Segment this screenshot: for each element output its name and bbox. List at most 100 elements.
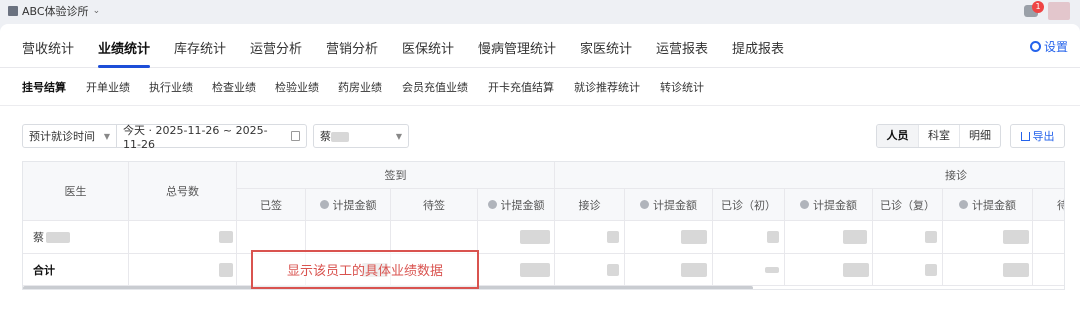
settings-label: 设置	[1043, 40, 1068, 54]
tab-insurance[interactable]: 医保统计	[402, 38, 454, 57]
view-option-detail[interactable]: 明细	[959, 125, 1000, 147]
col-header-pending: 待签	[391, 189, 478, 221]
col-header-commission-label: 计提金额	[332, 198, 377, 212]
main-nav: 营收统计 业绩统计 库存统计 运营分析 营销分析 医保统计 慢病管理统计 家医统…	[0, 24, 1080, 68]
clinic-switcher[interactable]: ABC体验诊所 ⌄	[8, 3, 100, 19]
table-cell	[1033, 221, 1064, 254]
col-header-commission-label: 计提金额	[813, 198, 857, 212]
view-toggle: 人员 科室 明细	[876, 124, 1001, 148]
redacted-value	[607, 263, 619, 276]
col-header-total: 总号数	[129, 162, 237, 221]
tab-inventory[interactable]: 库存统计	[174, 38, 226, 57]
tab-commission-report[interactable]: 提成报表	[732, 38, 784, 57]
col-header-reception: 接诊	[555, 189, 625, 221]
table-cell	[478, 254, 555, 286]
caret-down-icon: ▼	[103, 131, 110, 141]
table-cell	[873, 254, 943, 286]
info-icon[interactable]	[487, 200, 497, 209]
table-cell	[129, 221, 237, 254]
view-option-department[interactable]: 科室	[918, 125, 959, 147]
redacted-value	[1003, 262, 1029, 277]
table-cell	[943, 221, 1033, 254]
col-header-commission-label: 计提金额	[500, 198, 545, 212]
table-cell	[555, 221, 625, 254]
subtab-order-performance[interactable]: 开单业绩	[86, 79, 130, 95]
tab-marketing[interactable]: 营销分析	[326, 38, 378, 57]
filter-bar: 预计就诊时间 ▼ 今天 · 2025-11-26 ~ 2025-11-26 蔡 …	[22, 123, 409, 151]
avatar[interactable]	[1048, 2, 1070, 20]
annotation-callout: 显示该员工的具体业绩数据	[251, 250, 479, 289]
tab-performance[interactable]: 业绩统计	[98, 38, 150, 57]
time-type-value: 预计就诊时间	[29, 130, 95, 143]
subtab-registration-settlement[interactable]: 挂号结算	[22, 79, 66, 95]
tab-revenue[interactable]: 营收统计	[22, 38, 74, 57]
redacted-value	[681, 230, 707, 244]
clinic-icon	[8, 6, 18, 16]
redacted-value	[520, 262, 550, 277]
tab-operations[interactable]: 运营分析	[250, 38, 302, 57]
settings-button[interactable]: 设置	[1029, 38, 1068, 55]
info-icon[interactable]	[640, 200, 649, 209]
redacted-value	[843, 262, 869, 277]
caret-down-icon: ▼	[395, 131, 402, 141]
date-range-picker[interactable]: 今天 · 2025-11-26 ~ 2025-11-26	[117, 123, 307, 151]
info-icon[interactable]	[800, 200, 809, 209]
top-bar: ABC体验诊所 ⌄ 1	[0, 0, 1080, 22]
subtab-lab-performance[interactable]: 检验业绩	[275, 79, 319, 95]
table-cell	[129, 254, 237, 286]
redacted-value	[1003, 230, 1029, 244]
chevron-down-icon: ⌄	[92, 6, 101, 16]
message-icon[interactable]: 1	[1024, 1, 1044, 17]
doctor-select[interactable]: 蔡 ▼	[313, 124, 409, 148]
calendar-icon	[290, 131, 300, 141]
subtab-referral-recommend[interactable]: 就诊推荐统计	[574, 79, 640, 95]
redacted-value	[607, 231, 619, 243]
time-type-select[interactable]: 预计就诊时间 ▼	[22, 124, 117, 148]
table-cell	[785, 254, 873, 286]
redacted-value	[925, 231, 937, 243]
tab-ops-report[interactable]: 运营报表	[656, 38, 708, 57]
export-icon	[1020, 131, 1030, 141]
subtab-transfer-stats[interactable]: 转诊统计	[660, 79, 704, 95]
info-icon[interactable]	[319, 200, 329, 209]
gear-icon	[1029, 41, 1041, 52]
sub-nav: 挂号结算 开单业绩 执行业绩 检查业绩 检验业绩 药房业绩 会员充值业绩 开卡充…	[0, 68, 1080, 106]
col-header-commission: 计提金额	[306, 189, 391, 221]
export-button[interactable]: 导出	[1010, 124, 1065, 148]
table-row-total: 合计	[23, 254, 129, 286]
subtab-execution-performance[interactable]: 执行业绩	[149, 79, 193, 95]
redacted-value	[843, 230, 867, 244]
table-cell	[713, 221, 785, 254]
notification-badge: 1	[1032, 1, 1044, 13]
table-row-doctor[interactable]: 蔡	[23, 221, 129, 254]
col-header-commission: 计提金额	[478, 189, 555, 221]
redacted-value	[681, 262, 707, 277]
group-header-signed: 签到	[237, 162, 555, 189]
table-cell	[873, 221, 943, 254]
redacted-value	[925, 263, 937, 276]
col-header-diagnosed-return: 已诊（复）	[873, 189, 943, 221]
performance-table: 医生 总号数 签到 接诊 已签 计提金额 待签 计提金额 接诊 计提金额 已诊（…	[22, 161, 1065, 290]
table-cell	[1033, 254, 1064, 286]
col-header-commission: 计提金额	[785, 189, 873, 221]
redacted-value	[219, 231, 233, 243]
tab-family-doctor[interactable]: 家医统计	[580, 38, 632, 57]
subtab-member-recharge[interactable]: 会员充值业绩	[402, 79, 468, 95]
info-icon[interactable]	[959, 200, 968, 209]
export-label: 导出	[1032, 130, 1055, 143]
subtab-pharmacy-performance[interactable]: 药房业绩	[338, 79, 382, 95]
subtab-exam-performance[interactable]: 检查业绩	[212, 79, 256, 95]
col-header-commission-label: 计提金额	[972, 198, 1016, 212]
subtab-card-recharge[interactable]: 开卡充值结算	[488, 79, 554, 95]
col-header-diagnosed-first: 已诊（初）	[713, 189, 785, 221]
annotation-text: 显示该员工的具体业绩数据	[286, 264, 443, 279]
tab-chronic[interactable]: 慢病管理统计	[478, 38, 556, 57]
table-cell	[713, 254, 785, 286]
date-range-value: 今天 · 2025-11-26 ~ 2025-11-26	[123, 123, 268, 151]
col-header-commission-label: 计提金额	[653, 198, 697, 212]
col-header-commission: 计提金额	[625, 189, 713, 221]
table-cell	[625, 221, 713, 254]
redacted-name	[331, 132, 349, 142]
doctor-name-prefix: 蔡	[320, 130, 331, 143]
view-option-person[interactable]: 人员	[877, 125, 918, 147]
